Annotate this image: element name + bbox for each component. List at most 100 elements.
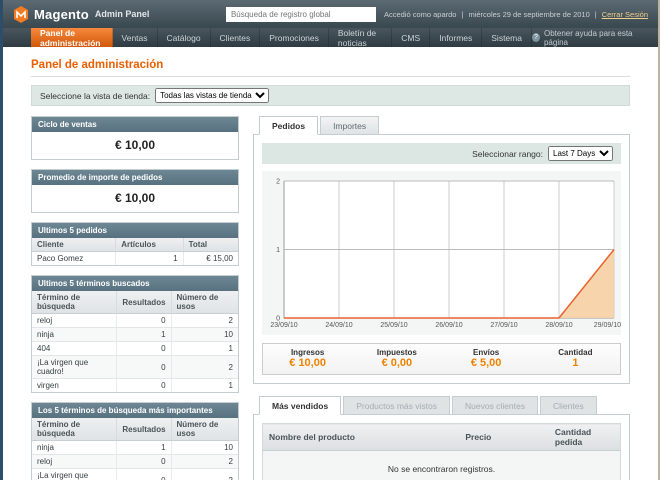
table-cell: 1 bbox=[116, 252, 183, 266]
header: Magento Admin Panel Accedió como apardo … bbox=[3, 0, 658, 28]
nav-item[interactable]: CMS bbox=[392, 28, 430, 47]
nav-item[interactable]: Ventas bbox=[113, 28, 158, 47]
tab[interactable]: Clientes bbox=[540, 396, 597, 415]
stat: Impuestos€ 0,00 bbox=[352, 348, 441, 369]
column-header: Número de usos bbox=[171, 418, 238, 441]
empty-row: No se encontraron registros. bbox=[263, 451, 621, 480]
table-cell: 2 bbox=[171, 455, 238, 469]
card-title: Los 5 términos de búsqueda más important… bbox=[32, 403, 238, 418]
svg-text:27/09/10: 27/09/10 bbox=[490, 322, 517, 329]
svg-text:29/09/10: 29/09/10 bbox=[594, 322, 621, 329]
svg-text:2: 2 bbox=[276, 179, 280, 186]
column-header: Cantidad pedida bbox=[549, 424, 621, 451]
spacer bbox=[253, 384, 630, 396]
last-search-terms-card: Ultimos 5 términos buscados Término de b… bbox=[31, 275, 239, 393]
stat-value: € 5,00 bbox=[442, 357, 531, 369]
table-cell: 1 bbox=[117, 441, 171, 455]
tab[interactable]: Más vendidos bbox=[259, 396, 341, 415]
search-input[interactable] bbox=[226, 7, 376, 22]
help-link[interactable]: ? Obtener ayuda para esta página bbox=[532, 28, 658, 47]
average-order-card: Promedio de importe de pedidos € 10,00 bbox=[31, 169, 239, 213]
svg-text:1: 1 bbox=[276, 247, 280, 254]
table-row: ¡La virgen que cuadro!02 bbox=[32, 356, 238, 379]
nav-item[interactable]: Panel de administración bbox=[31, 28, 113, 47]
table-cell: reloj bbox=[32, 314, 117, 328]
store-switcher-select[interactable]: Todas las vistas de tienda bbox=[155, 88, 269, 103]
card-title: Promedio de importe de pedidos bbox=[32, 170, 238, 185]
table-row: ¡La virgen que cuadro!02 bbox=[32, 469, 238, 480]
tab[interactable]: Importes bbox=[320, 116, 379, 135]
stat-label: Envíos bbox=[442, 348, 531, 357]
card-value: € 10,00 bbox=[32, 132, 238, 159]
table-row: ninja110 bbox=[32, 441, 238, 455]
table-cell: ¡La virgen que cuadro! bbox=[32, 469, 117, 480]
table-cell: 0 bbox=[117, 356, 171, 379]
stat: Cantidad1 bbox=[531, 348, 620, 369]
tab[interactable]: Productos más vistos bbox=[343, 396, 450, 415]
table-row: 40401 bbox=[32, 342, 238, 356]
last-orders-table: Cliente Artículos Total Paco Gomez1€ 15,… bbox=[32, 238, 238, 265]
chart-tabs: PedidosImportes bbox=[253, 116, 630, 135]
table-cell: 10 bbox=[171, 441, 238, 455]
card-title: Ultimos 5 pedidos bbox=[32, 223, 238, 238]
table-row: ninja110 bbox=[32, 328, 238, 342]
column-header: Artículos bbox=[116, 238, 183, 252]
dashboard-main: PedidosImportes Seleccionar rango: Last … bbox=[253, 116, 630, 480]
page-title: Panel de administración bbox=[31, 59, 630, 71]
nav-list: Panel de administraciónVentasCatálogoCli… bbox=[31, 28, 532, 47]
table-cell: 0 bbox=[117, 342, 171, 356]
table-cell: 0 bbox=[117, 455, 171, 469]
svg-text:25/09/10: 25/09/10 bbox=[380, 322, 407, 329]
report-tabs: Más vendidosProductos más vistosNuevos c… bbox=[253, 396, 630, 415]
nav-item[interactable]: Informes bbox=[430, 28, 482, 47]
column-header: Nombre del producto bbox=[263, 424, 460, 451]
store-switcher-label: Seleccione la vista de tienda: bbox=[40, 91, 150, 101]
logout-link[interactable]: Cerrar Sesión bbox=[602, 10, 648, 19]
stat: Envíos€ 5,00 bbox=[442, 348, 531, 369]
column-header: Precio bbox=[459, 424, 549, 451]
table-cell: reloj bbox=[32, 455, 117, 469]
table-row: reloj02 bbox=[32, 455, 238, 469]
session-info: Accedió como apardo | miércoles 29 de se… bbox=[384, 10, 648, 19]
stat-label: Cantidad bbox=[531, 348, 620, 357]
table-row: Paco Gomez1€ 15,00 bbox=[32, 252, 238, 266]
nav-item[interactable]: Sistema bbox=[482, 28, 532, 47]
last-search-terms-table: Término de búsqueda Resultados Número de… bbox=[32, 291, 238, 392]
table-header-row: Cliente Artículos Total bbox=[32, 238, 238, 252]
tab[interactable]: Pedidos bbox=[259, 116, 318, 135]
card-title: Ciclo de ventas bbox=[32, 117, 238, 132]
table-cell: ¡La virgen que cuadro! bbox=[32, 356, 117, 379]
nav-item[interactable]: Catálogo bbox=[158, 28, 211, 47]
table-cell: virgen bbox=[32, 379, 117, 393]
svg-text:23/09/10: 23/09/10 bbox=[270, 322, 297, 329]
stat-value: 1 bbox=[531, 357, 620, 369]
column-header: Resultados bbox=[117, 418, 171, 441]
range-select[interactable]: Last 7 Days bbox=[548, 146, 613, 161]
main-navigation: Panel de administraciónVentasCatálogoCli… bbox=[3, 28, 658, 47]
logo-text: Magento bbox=[34, 7, 89, 22]
nav-item[interactable]: Promociones bbox=[260, 28, 329, 47]
stat-label: Impuestos bbox=[352, 348, 441, 357]
table-cell: 1 bbox=[171, 379, 238, 393]
table-cell: 404 bbox=[32, 342, 117, 356]
svg-text:26/09/10: 26/09/10 bbox=[435, 322, 462, 329]
content-area: Panel de administración Seleccione la vi… bbox=[3, 47, 658, 480]
table-cell: 1 bbox=[171, 342, 238, 356]
dashboard-sidebar: Ciclo de ventas € 10,00 Promedio de impo… bbox=[31, 116, 239, 480]
dashboard-columns: Ciclo de ventas € 10,00 Promedio de impo… bbox=[31, 116, 630, 480]
tab[interactable]: Nuevos clientes bbox=[452, 396, 538, 415]
table-cell: € 15,00 bbox=[183, 252, 238, 266]
card-title: Ultimos 5 términos buscados bbox=[32, 276, 238, 291]
table-cell: 1 bbox=[117, 328, 171, 342]
logo-suffix: Admin Panel bbox=[95, 9, 150, 19]
help-label: Obtener ayuda para esta página bbox=[544, 29, 646, 47]
empty-message: No se encontraron registros. bbox=[263, 451, 621, 480]
nav-item[interactable]: Clientes bbox=[211, 28, 261, 47]
chart-panel: Seleccionar rango: Last 7 Days 01223/09/… bbox=[253, 134, 630, 384]
separator: | bbox=[595, 10, 597, 19]
logged-in-as: Accedió como apardo bbox=[384, 10, 457, 19]
table-header-row: Término de búsqueda Resultados Número de… bbox=[32, 291, 238, 314]
column-header: Término de búsqueda bbox=[32, 418, 117, 441]
card-value: € 10,00 bbox=[32, 185, 238, 212]
nav-item[interactable]: Boletín de noticias bbox=[329, 28, 392, 47]
